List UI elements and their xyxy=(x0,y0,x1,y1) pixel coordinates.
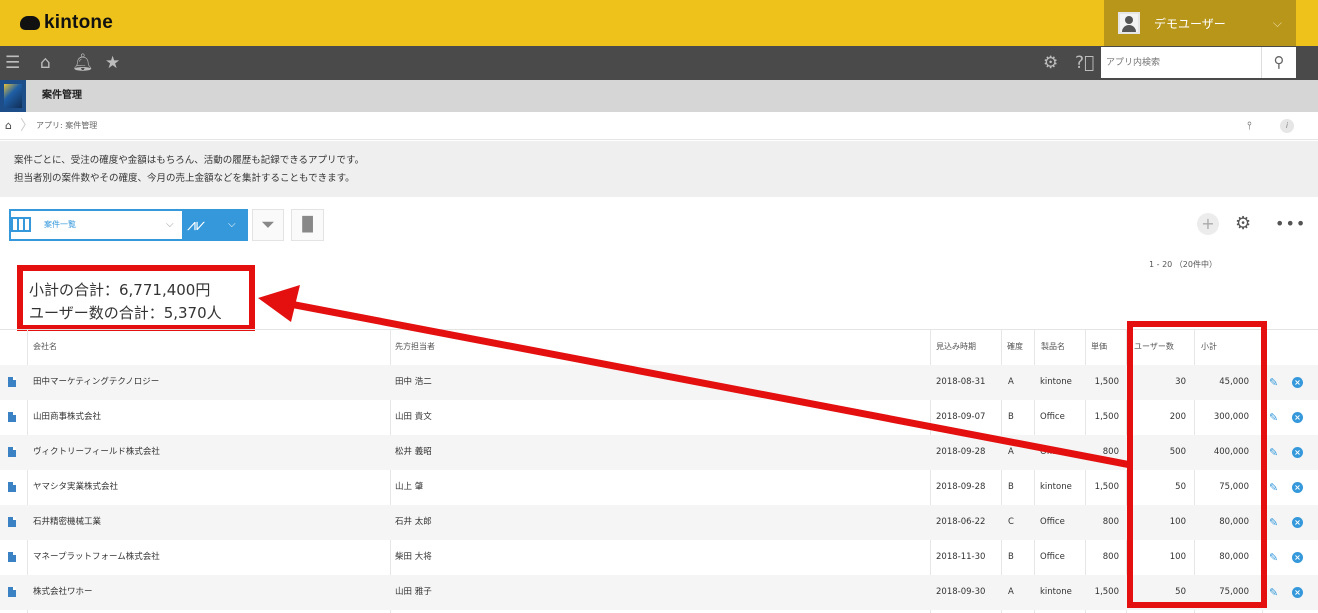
annotation-arrow xyxy=(258,285,1132,469)
arrow-shaft xyxy=(289,300,1132,469)
arrow-head xyxy=(258,285,300,322)
